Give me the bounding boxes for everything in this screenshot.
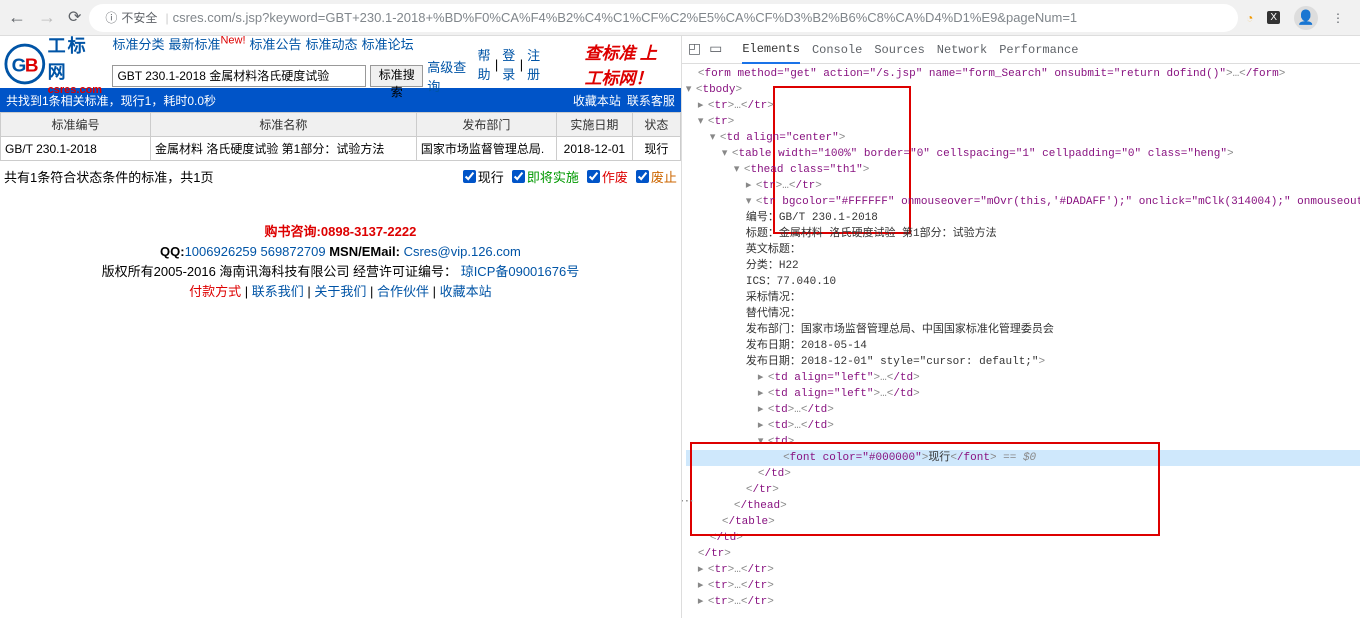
page-content: GB 工标网 csres.com 标准分类 最新标准New! 标准公告 标准动态… (0, 36, 681, 618)
hotline: 购书咨询:0898-3137-2222 (0, 222, 681, 242)
tab-performance[interactable]: Performance (999, 43, 1078, 57)
nav-forum[interactable]: 标准论坛 (362, 34, 414, 53)
th-name: 标准名称 (151, 113, 417, 137)
url-host: csres.com (173, 10, 232, 25)
cell-code: GB/T 230.1-2018 (1, 137, 151, 161)
contact-us-link[interactable]: 联系我们 (252, 284, 304, 299)
tab-network[interactable]: Network (937, 43, 987, 57)
forward-icon[interactable]: → (38, 7, 56, 28)
ck-void[interactable]: 作废 (587, 167, 628, 186)
logo[interactable]: GB 工标网 csres.com (4, 42, 104, 86)
contact-link[interactable]: 联系客服 (627, 92, 675, 109)
search-input[interactable] (112, 65, 366, 87)
icp-link[interactable]: 琼ICP备09001676号 (461, 264, 580, 279)
msn-label: MSN/EMail: (329, 244, 403, 259)
result-count: 共找到1条相关标准，现行1，耗时0.0秒 (6, 92, 216, 109)
profile-avatar[interactable]: 👤 (1294, 6, 1318, 30)
ck-upcoming[interactable]: 即将实施 (512, 167, 579, 186)
qq-label: QQ: (160, 244, 185, 259)
slogan: 查标准 上工标网！ (585, 39, 657, 89)
login-link[interactable]: 登录 (502, 45, 515, 83)
cell-date: 2018-12-01 (556, 137, 632, 161)
summary-text: 共有1条符合状态条件的标准，共1页 (4, 167, 213, 186)
tab-elements[interactable]: Elements (742, 42, 800, 64)
svg-text:B: B (25, 56, 39, 77)
partner-link[interactable]: 合作伙伴 (377, 284, 429, 299)
th-dept: 发布部门 (416, 113, 556, 137)
ck-current[interactable]: 现行 (463, 167, 504, 186)
device-icon[interactable]: ▭ (709, 41, 722, 58)
th-code: 标准编号 (1, 113, 151, 137)
footer: 购书咨询:0898-3137-2222 QQ:1006926259 569872… (0, 222, 681, 302)
status-filter-row: 共有1条符合状态条件的标准，共1页 现行 即将实施 作废 废止 (0, 161, 681, 192)
table-row[interactable]: GB/T 230.1-2018 金属材料 洛氏硬度试验 第1部分：试验方法 国家… (1, 137, 681, 161)
ext2-icon[interactable]: X (1267, 11, 1280, 24)
logo-cn: 工标网 (48, 32, 105, 84)
cell-status: 现行 (632, 137, 680, 161)
insecure-badge: ⓘ 不安全 | (105, 9, 172, 26)
nav-arrows: ← → ⟳ (8, 7, 81, 28)
th-status: 状态 (632, 113, 680, 137)
pay-link[interactable]: 付款方式 (189, 284, 241, 299)
extension-icons: ◔ X 👤 ⋮ (1246, 6, 1352, 30)
tab-console[interactable]: Console (812, 43, 862, 57)
nav-notice[interactable]: 标准公告 (250, 34, 302, 53)
info-icon: ⓘ (105, 9, 117, 26)
ext1-icon[interactable]: ◔ (1246, 11, 1253, 25)
advanced-search[interactable]: 高级查询 (427, 57, 469, 95)
slogan-text: 查标准 上工标网！ (585, 39, 657, 89)
tab-sources[interactable]: Sources (874, 43, 924, 57)
search-button[interactable]: 标准搜索 (370, 65, 423, 87)
devtools-tabs: ◰ ▭ Elements Console Sources Network Per… (682, 36, 1360, 64)
ck-abolished[interactable]: 废止 (636, 167, 677, 186)
reload-icon[interactable]: ⟳ (68, 7, 81, 28)
menu-icon[interactable]: ⋮ (1332, 11, 1344, 25)
table-header: 标准编号 标准名称 发布部门 实施日期 状态 (1, 113, 681, 137)
browser-toolbar: ← → ⟳ ⓘ 不安全 | csres.com/s.jsp?keyword=GB… (0, 0, 1360, 36)
nav-dynamic[interactable]: 标准动态 (306, 34, 358, 53)
new-badge: New! (220, 34, 245, 46)
address-bar[interactable]: ⓘ 不安全 | csres.com/s.jsp?keyword=GBT+230.… (89, 4, 1238, 32)
search-row: 标准搜索 高级查询 (112, 57, 469, 95)
favorite-link[interactable]: 收藏本站 (573, 92, 621, 109)
insecure-label: 不安全 (121, 9, 157, 26)
qq-val: 1006926259 569872709 (185, 244, 326, 259)
results-table: 标准编号 标准名称 发布部门 实施日期 状态 GB/T 230.1-2018 金… (0, 112, 681, 161)
top-right-links: 帮助 | 登录 | 注册 查标准 上工标网！ (477, 39, 676, 89)
copyright: 版权所有2005-2016 海南讯海科技有限公司 经营许可证编号： (102, 264, 457, 279)
help-link[interactable]: 帮助 (477, 45, 490, 83)
site-header: GB 工标网 csres.com 标准分类 最新标准New! 标准公告 标准动态… (0, 36, 681, 88)
fav-link[interactable]: 收藏本站 (440, 284, 492, 299)
cell-name: 金属材料 洛氏硬度试验 第1部分：试验方法 (151, 137, 417, 161)
elements-tree[interactable]: <form method="get" action="/s.jsp" name=… (682, 64, 1360, 612)
cell-dept: 国家市场监督管理总局. (416, 137, 556, 161)
nav-links: 标准分类 最新标准New! 标准公告 标准动态 标准论坛 (112, 34, 469, 53)
th-date: 实施日期 (556, 113, 632, 137)
url-path: /s.jsp?keyword=GBT+230.1-2018+%BD%F0%CA%… (232, 10, 1077, 25)
devtools-panel: ◰ ▭ Elements Console Sources Network Per… (681, 36, 1360, 618)
back-icon[interactable]: ← (8, 7, 26, 28)
msn-val: Csres@vip.126.com (404, 244, 521, 259)
nav-category[interactable]: 标准分类 (112, 34, 164, 53)
register-link[interactable]: 注册 (527, 45, 540, 83)
inspect-icon[interactable]: ◰ (688, 41, 701, 58)
gutter-ellipsis-icon: ⋯ (682, 494, 694, 510)
nav-newstd[interactable]: 最新标准New! (168, 34, 245, 53)
about-link[interactable]: 关于我们 (314, 284, 366, 299)
